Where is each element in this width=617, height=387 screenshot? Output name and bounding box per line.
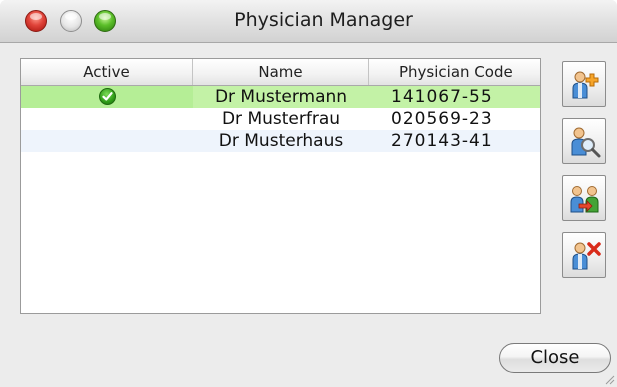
column-header-active[interactable]: Active [21,59,193,85]
name-cell: Dr Mustermann [193,86,369,108]
table-header: Active Name Physician Code [21,59,540,86]
add-physician-button[interactable] [562,61,606,107]
table-row[interactable]: Dr Mustermann 141067-55 [21,86,540,108]
search-physician-button[interactable] [562,118,606,164]
active-cell [21,86,193,108]
code-cell: 270143-41 [391,131,493,151]
code-cell: 020569-23 [391,109,493,129]
window-title: Physician Manager [234,9,413,31]
search-user-icon [571,127,601,158]
name-cell: Dr Musterhaus [218,131,344,151]
transfer-user-icon [570,186,599,213]
active-check-icon [98,87,116,105]
table-row[interactable]: Dr Musterfrau 020569-23 [21,108,540,130]
column-header-name[interactable]: Name [193,59,369,85]
table-body: Dr Mustermann 141067-55 Dr Musterfrau 02… [21,86,540,152]
name-cell: Dr Musterfrau [221,109,341,129]
code-cell: 141067-55 [369,86,540,108]
delete-user-icon [572,242,601,270]
physician-table[interactable]: Active Name Physician Code Dr Mustermann… [20,58,541,314]
active-cell [21,108,193,130]
close-button[interactable]: Close [499,343,611,373]
column-header-physician-code[interactable]: Physician Code [369,59,540,85]
physician-manager-window: Physician Manager Active Name Physician … [0,0,617,387]
active-cell [21,130,193,152]
delete-physician-button[interactable] [562,232,606,278]
transfer-physician-button[interactable] [562,175,606,221]
title-bar[interactable]: Physician Manager [0,0,617,43]
add-user-icon [572,71,599,99]
table-row[interactable]: Dr Musterhaus 270143-41 [21,130,540,152]
resize-grip-icon[interactable] [603,373,615,385]
